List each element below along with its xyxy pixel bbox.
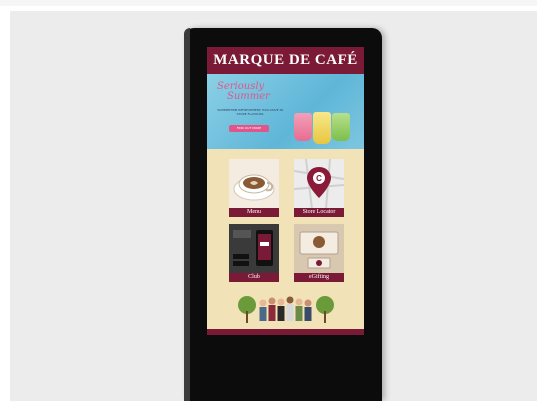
drink-pink-icon [294, 113, 312, 141]
coffee-cup-icon [229, 159, 279, 209]
tile-egifting-label: eGifting [294, 273, 344, 282]
kiosk-screen: MARQUE DE CAFÉ Seriously Summer SUMMERTI… [207, 47, 364, 335]
gift-card-icon [294, 224, 344, 274]
tile-store-locator-label: Store Locator [294, 208, 344, 217]
tile-club-label: Club [229, 273, 279, 282]
footer-bar [207, 329, 364, 335]
drink-green-icon [332, 113, 350, 141]
top-strip [0, 0, 537, 6]
promo-title: Seriously Summer [217, 82, 270, 102]
tile-store-locator[interactable]: C Store Locator [293, 158, 345, 219]
map-pin-icon: C [293, 158, 345, 210]
tile-menu-label: Menu [229, 208, 279, 217]
svg-text:C: C [316, 174, 322, 183]
promo-banner[interactable]: Seriously Summer SUMMERTIME REFRESHMENT.… [207, 74, 364, 149]
tile-club[interactable]: Club [229, 224, 279, 284]
promo-title-line2: Summer [227, 91, 270, 102]
tile-egifting[interactable]: eGifting [294, 224, 344, 284]
brand-header: MARQUE DE CAFÉ [207, 47, 364, 74]
drink-yellow-icon [313, 112, 331, 144]
promo-button[interactable]: FIND OUT MORE [229, 125, 269, 132]
people-illustration [238, 296, 334, 323]
kiosk-edge [184, 28, 190, 401]
phone-app-icon [229, 224, 279, 274]
promo-text: SUMMERTIME REFRESHMENT. EXCLUSIVE IN-STO… [217, 108, 284, 116]
tile-menu[interactable]: Menu [229, 159, 279, 219]
brand-title: MARQUE DE CAFÉ [213, 52, 358, 68]
